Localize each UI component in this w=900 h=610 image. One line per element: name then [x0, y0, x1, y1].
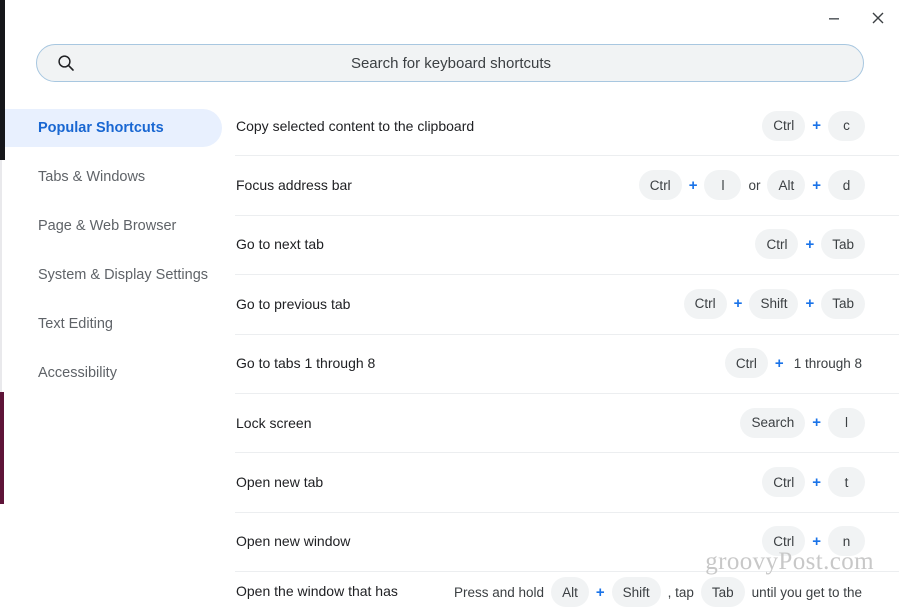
key-chip: d [828, 170, 865, 201]
shortcut-row: Go to tabs 1 through 8 Ctrl +1 through 8 [222, 333, 900, 393]
key-chip: l [828, 407, 865, 438]
key-plus-separator: + [812, 414, 821, 432]
key-chip: Ctrl [762, 526, 806, 557]
shortcut-list[interactable]: Copy selected content to the clipboard Ct… [222, 96, 900, 610]
shortcut-row: Open the window that has Press and hold Al… [222, 571, 900, 610]
sidebar-item-label: Tabs & Windows [38, 169, 146, 185]
shortcut-row: Go to previous tab Ctrl + Shift + Tab [222, 274, 900, 333]
key-chip: t [828, 467, 865, 498]
key-chip: Tab [821, 229, 865, 260]
key-chip: Ctrl [762, 110, 806, 141]
shortcut-keys: Ctrl + t [323, 467, 865, 498]
shortcut-keys: Ctrl +1 through 8 [375, 348, 865, 379]
key-plus-separator: + [805, 235, 815, 253]
key-chip: n [828, 526, 865, 557]
shortcut-description: Lock screen [236, 414, 312, 431]
close-icon [870, 10, 886, 26]
key-plain-text: 1 through 8 [793, 355, 862, 371]
key-chip: Ctrl [683, 288, 727, 319]
close-button[interactable] [856, 1, 900, 35]
key-or-separator: or [748, 177, 761, 193]
shortcut-row: Copy selected content to the clipboard Ct… [222, 96, 900, 155]
sidebar-item-label: Page & Web Browser [38, 218, 177, 234]
shortcut-row: Open new window Ctrl + n [222, 511, 900, 571]
key-plus-separator: + [812, 532, 821, 550]
key-chip: Alt [767, 170, 806, 201]
key-chip: Shift [611, 577, 661, 608]
shortcut-row: Lock screen Search + l [222, 392, 900, 452]
shortcut-keys: Press and hold Alt + Shift , tap Tab until you… [398, 571, 865, 608]
key-chip: Ctrl [762, 467, 806, 498]
search-input[interactable] [79, 54, 863, 72]
key-plus-separator: + [812, 473, 821, 491]
search-icon [53, 50, 79, 76]
key-chip: Search [740, 407, 806, 438]
key-plain-text: until you get to the [751, 584, 862, 600]
minimize-icon [827, 11, 841, 25]
key-chip: Tab [700, 577, 745, 608]
key-chip: Alt [551, 577, 589, 608]
search-bar[interactable] [36, 44, 864, 82]
key-plus-separator: + [812, 176, 821, 194]
title-bar [0, 0, 900, 36]
key-chip: Ctrl [724, 348, 768, 379]
main-content: Popular Shortcuts Tabs & Windows Page & We… [0, 96, 900, 610]
shortcut-description: Open new window [236, 533, 351, 550]
shortcut-description: Go to next tab [236, 236, 324, 253]
shortcut-row: Go to next tab Ctrl + Tab [222, 214, 900, 274]
keyboard-shortcuts-window: Popular Shortcuts Tabs & Windows Page & We… [0, 0, 900, 610]
sidebar-item-label: System & Display Settings [38, 267, 209, 283]
shortcut-description: Open new tab [236, 474, 324, 491]
shortcut-keys: Search + l [311, 407, 865, 438]
sidebar-item-tabs-windows[interactable]: Tabs & Windows [0, 158, 222, 196]
shortcut-description: Focus address bar [236, 177, 352, 194]
shortcut-keys: Ctrl + l or Alt + d [352, 170, 865, 201]
key-chip: Ctrl [755, 229, 799, 260]
scan-edge-artifact-maroon [0, 392, 4, 504]
key-plus-separator: + [688, 176, 698, 194]
category-sidebar: Popular Shortcuts Tabs & Windows Page & We… [0, 96, 222, 610]
key-plus-separator: + [733, 295, 743, 313]
key-plus-separator: + [595, 583, 605, 601]
shortcut-description: Open the window that has [236, 583, 398, 600]
sidebar-item-system-display-settings[interactable]: System & Display Settings [0, 256, 222, 294]
shortcut-description: Copy selected content to the clipboard [236, 117, 475, 134]
key-plain-text: Press and hold [454, 584, 545, 600]
key-plus-separator: + [774, 354, 784, 372]
minimize-button[interactable] [812, 1, 856, 35]
scan-edge-artifact-top [0, 0, 5, 160]
key-plain-text: , tap [667, 584, 694, 600]
key-chip: Ctrl [638, 170, 682, 201]
sidebar-item-label: Popular Shortcuts [38, 120, 164, 136]
shortcut-keys: Ctrl + Shift + Tab [350, 288, 865, 319]
shortcut-keys: Ctrl + c [474, 110, 865, 141]
shortcut-description: Go to tabs 1 through 8 [236, 355, 376, 372]
shortcut-keys: Ctrl + Tab [324, 229, 865, 260]
sidebar-item-page-web-browser[interactable]: Page & Web Browser [0, 207, 222, 245]
key-chip: c [828, 110, 865, 141]
key-chip: l [704, 170, 742, 201]
scan-edge-artifact-middle [0, 160, 2, 392]
sidebar-item-label: Accessibility [38, 365, 117, 381]
key-chip: Shift [749, 288, 799, 319]
sidebar-item-accessibility[interactable]: Accessibility [0, 354, 222, 392]
shortcut-keys: Ctrl + n [350, 526, 865, 557]
key-plus-separator: + [812, 117, 821, 135]
shortcut-row: Focus address bar Ctrl + l or Alt + d [222, 155, 900, 214]
key-plus-separator: + [805, 295, 815, 313]
sidebar-item-text-editing[interactable]: Text Editing [0, 305, 222, 343]
sidebar-item-label: Text Editing [38, 316, 113, 332]
sidebar-item-popular-shortcuts[interactable]: Popular Shortcuts [0, 109, 222, 147]
shortcut-row: Open new tab Ctrl + t [222, 452, 900, 511]
key-chip: Tab [821, 288, 865, 319]
shortcut-description: Go to previous tab [236, 295, 351, 312]
